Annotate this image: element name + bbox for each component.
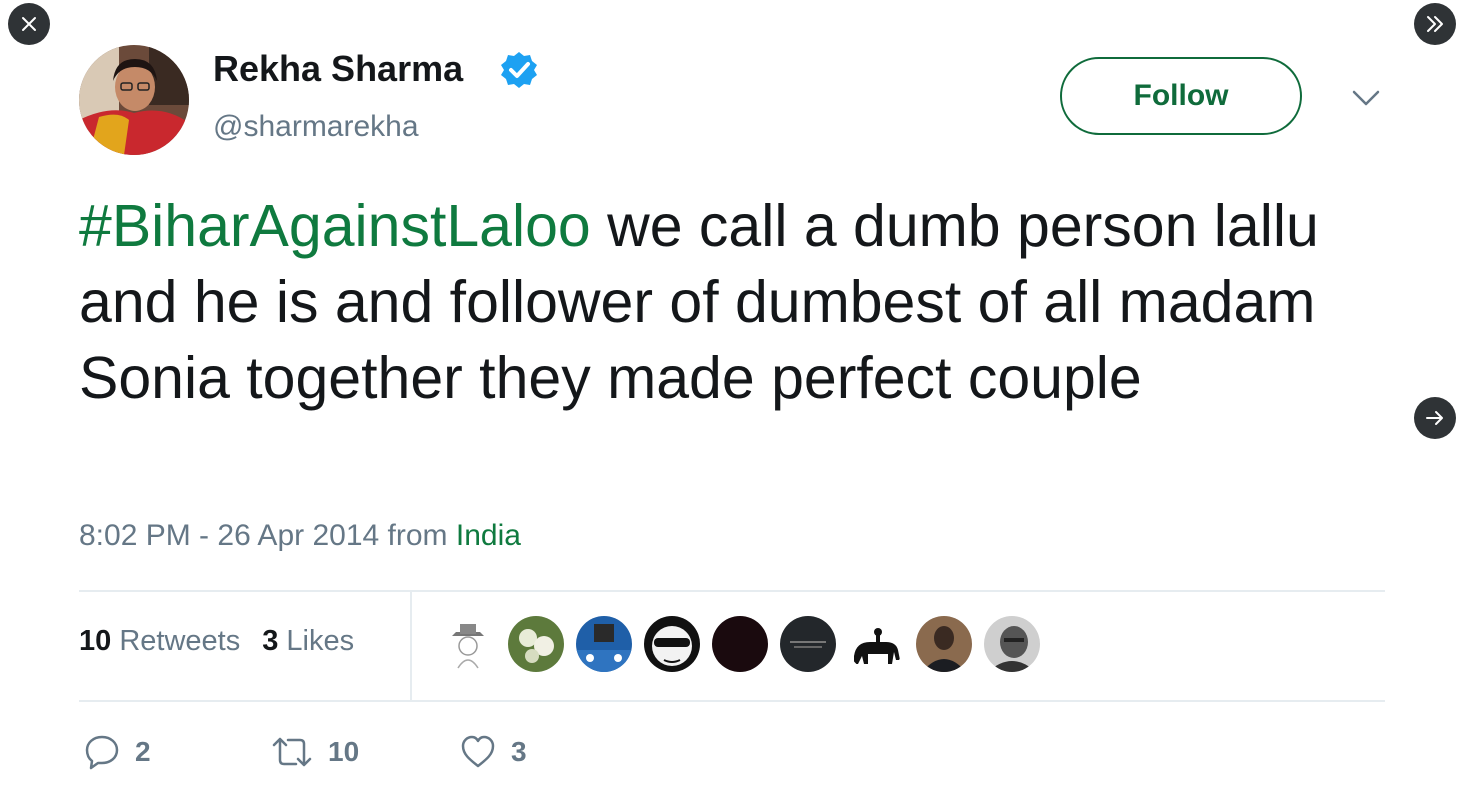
like-button[interactable]: 3 [459, 733, 527, 771]
vertical-divider [410, 592, 412, 700]
display-name[interactable]: Rekha Sharma [213, 48, 463, 90]
liker-avatar[interactable] [644, 616, 700, 672]
liker-avatar[interactable] [508, 616, 564, 672]
retweets-label: Retweets [119, 625, 241, 657]
tweet-stats: 10 Retweets 3 Likes [79, 625, 354, 658]
location-link[interactable]: India [456, 519, 521, 552]
timestamp-text[interactable]: 8:02 PM - 26 Apr 2014 from [79, 519, 456, 552]
retweets-stat[interactable]: 10 Retweets [79, 625, 240, 657]
divider [79, 590, 1385, 592]
expand-button[interactable] [1414, 3, 1456, 45]
retweet-button[interactable]: 10 [270, 733, 359, 771]
hashtag-link[interactable]: #BiharAgainstLaloo [79, 193, 591, 259]
avatar[interactable] [79, 45, 189, 155]
follow-button[interactable]: Follow [1060, 57, 1302, 135]
user-handle[interactable]: @sharmarekha [213, 110, 419, 144]
liker-avatar[interactable] [440, 616, 496, 672]
retweet-icon [272, 737, 312, 767]
close-button[interactable] [8, 3, 50, 45]
chevron-down-icon[interactable] [1351, 88, 1381, 108]
next-button[interactable] [1414, 397, 1456, 439]
likes-stat[interactable]: 3 Likes [262, 625, 354, 657]
divider [79, 700, 1385, 702]
retweet-count: 10 [328, 736, 360, 767]
arrow-right-icon [1426, 411, 1443, 425]
liker-avatar[interactable] [984, 616, 1040, 672]
reply-count: 2 [135, 736, 151, 767]
liker-avatar[interactable] [780, 616, 836, 672]
reply-button[interactable]: 2 [83, 733, 151, 771]
tweet-timestamp: 8:02 PM - 26 Apr 2014 from India [79, 519, 521, 553]
close-icon [22, 17, 36, 31]
reply-icon [85, 735, 119, 770]
liker-avatar[interactable] [916, 616, 972, 672]
tweet-text: #BiharAgainstLaloo we call a dumb person… [79, 188, 1389, 416]
liker-avatar[interactable] [576, 616, 632, 672]
like-count: 3 [511, 736, 527, 767]
double-chevron-right-icon [1427, 16, 1443, 32]
liker-avatar[interactable] [848, 616, 904, 672]
likes-count: 3 [262, 625, 279, 657]
liker-avatar[interactable] [712, 616, 768, 672]
verified-badge-icon [501, 52, 537, 88]
heart-icon [461, 735, 495, 768]
likes-label: Likes [286, 625, 355, 657]
retweets-count: 10 [79, 625, 112, 657]
